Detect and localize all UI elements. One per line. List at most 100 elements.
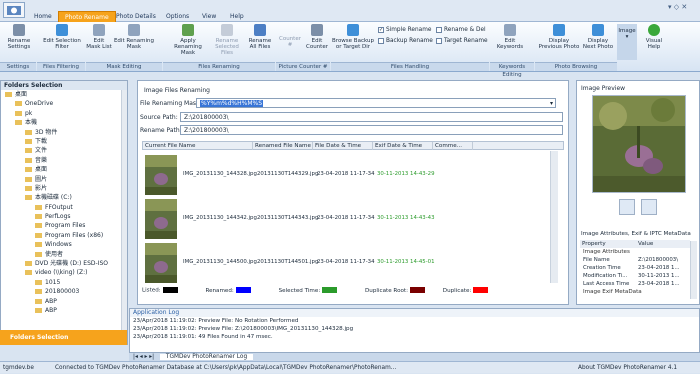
rename-path-field[interactable]: Z:\201800003\ <box>180 125 563 135</box>
tab-photo-rename[interactable]: Photo Rename <box>58 11 116 22</box>
folder-icon <box>35 307 42 313</box>
folder-tree-item[interactable]: FFOutput <box>1 203 127 212</box>
rotate-right-icon[interactable] <box>641 199 657 215</box>
display-next-photo-button[interactable]: Display Next Photo <box>582 24 614 50</box>
counter-icon <box>311 24 323 36</box>
file-table-scrollbar[interactable] <box>550 151 558 283</box>
folder-tree-item[interactable]: OneDrive <box>1 99 127 108</box>
edit-mask-list-button[interactable]: Edit Mask List <box>86 24 112 50</box>
tab-options[interactable]: Options <box>160 11 195 22</box>
folder-tree-item[interactable]: 本機磁碟 (C:) <box>1 193 127 202</box>
about-status[interactable]: About TGMDev PhotoRenamer 4.1 <box>578 362 677 374</box>
metadata-title: Image Attributes, Exif & IPTC MetaData <box>581 231 691 237</box>
table-row[interactable]: IMG_20131130_144500.jpg 20131130T144501.j… <box>143 241 553 285</box>
duplicate-root-swatch <box>410 287 425 293</box>
folder-tree[interactable]: 桌面 OneDrive pk 本機 3D 物件 下載 文件 音樂 桌面 圖片 影片 本機磁碟 (C:)… <box>1 90 127 315</box>
folder-icon <box>25 185 32 191</box>
column-header[interactable]: Renamed File Name <box>253 142 313 150</box>
table-cell: 23-04-2018 11-17-34 <box>317 259 375 265</box>
folder-icon <box>25 270 32 276</box>
thumbnail-image <box>145 199 177 239</box>
table-cell: IMG_20131130_144500.jpg <box>183 259 257 265</box>
folder-icon <box>25 148 32 154</box>
source-path-label: Source Path: <box>140 114 178 121</box>
folders-selection-button[interactable]: Folders Selection <box>0 330 127 345</box>
application-log-panel: Application Log 23/Apr/2018 11:19:02: Pr… <box>129 308 700 353</box>
group-picture-counter: Picture Counter # <box>276 62 330 71</box>
chevron-down-icon[interactable]: ▾ <box>550 99 553 108</box>
counter-label: Counter # <box>279 36 301 48</box>
folder-tree-item[interactable]: 音樂 <box>1 156 127 165</box>
folder-tree-item[interactable]: 使用者 <box>1 250 127 259</box>
rename-del-checkbox[interactable]: Rename & Del <box>436 26 486 34</box>
app-logo-icon[interactable] <box>3 2 25 18</box>
tab-view[interactable]: View <box>196 11 222 22</box>
folder-tree-item[interactable]: 下載 <box>1 137 127 146</box>
group-photo-browsing: Photo Browsing <box>535 62 617 71</box>
display-previous-photo-button[interactable]: Display Previous Photo <box>538 24 580 50</box>
log-tab[interactable]: TGMDev PhotoRenamer Log <box>159 354 254 360</box>
preview-title: Image Preview <box>581 85 626 92</box>
column-header[interactable]: Current File Name <box>143 142 253 150</box>
browse-backup-button[interactable]: Browse Backup or Target Dir <box>331 24 375 50</box>
folder-tree-item[interactable]: DVD 光碟機 (D:) ESD-ISO <box>1 259 127 268</box>
simple-rename-checkbox[interactable]: ✓ Simple Rename <box>378 26 431 34</box>
apply-renaming-mask-button[interactable]: Apply Renaming Mask <box>168 24 208 56</box>
folder-tree-item[interactable]: 桌面 <box>1 165 127 174</box>
tab-home[interactable]: Home <box>28 11 58 22</box>
ribbon-tab-bar: Home Photo Rename Photo Details Options … <box>0 0 700 22</box>
folder-tree-item[interactable]: 3D 物件 <box>1 128 127 137</box>
folder-tree-item[interactable]: PerfLogs <box>1 212 127 221</box>
folder-tree-item[interactable]: 201800003 <box>1 287 127 296</box>
column-header[interactable]: Exif Date & Time <box>373 142 433 150</box>
folder-tree-item[interactable]: 文件 <box>1 146 127 155</box>
tab-photo-details[interactable]: Photo Details <box>110 11 162 22</box>
edit-renaming-mask-button[interactable]: Edit Renaming Mask <box>113 24 155 50</box>
folder-tree-item[interactable]: pk <box>1 109 127 118</box>
renaming-panel-title: Image Files Renaming <box>144 87 210 94</box>
source-path-field[interactable]: Z:\201800003\ <box>180 112 563 122</box>
rename-path-label: Rename Path: <box>140 127 182 134</box>
visual-help-button[interactable]: Visual Help <box>641 24 667 50</box>
folder-tree-item[interactable]: 影片 <box>1 184 127 193</box>
table-row[interactable]: IMG_20131130_144328.jpg 20131130T144329.j… <box>143 153 553 197</box>
folder-tree-item[interactable]: 本機 <box>1 118 127 127</box>
previous-photo-icon <box>553 24 565 36</box>
renamed-swatch <box>235 287 251 293</box>
folder-icon <box>25 129 32 135</box>
folder-tree-item[interactable]: Program Files <box>1 221 127 230</box>
edit-counter-button[interactable]: Edit Counter <box>305 24 329 50</box>
rotate-left-icon[interactable] <box>619 199 635 215</box>
rename-all-icon <box>254 24 266 36</box>
metadata-scrollbar[interactable] <box>690 241 697 299</box>
backup-rename-checkbox[interactable]: Backup Rename <box>378 37 433 45</box>
thumbnail-image <box>145 155 177 195</box>
folder-tree-scrollbar[interactable] <box>121 90 127 330</box>
folder-tree-item[interactable]: Windows <box>1 240 127 249</box>
edit-keywords-button[interactable]: Edit Keywords <box>496 24 524 50</box>
folder-tree-item[interactable]: ABP <box>1 297 127 306</box>
selected-time-swatch <box>322 287 338 293</box>
target-rename-checkbox[interactable]: Target Rename <box>436 37 488 45</box>
window-controls[interactable]: ▾ ◇ ✕ <box>668 3 687 11</box>
folder-icon <box>35 204 42 210</box>
image-menu-button[interactable]: Image ▾ <box>617 24 637 60</box>
folder-tree-item[interactable]: video (\\king) (Z:) <box>1 268 127 277</box>
folder-tree-item[interactable]: 1015 <box>1 278 127 287</box>
renaming-mask-input[interactable]: %Y%m%d%H%M%S ▾ <box>196 98 556 108</box>
rename-settings-button[interactable]: Rename Settings <box>4 24 34 50</box>
tab-help[interactable]: Help <box>224 11 250 22</box>
rename-selected-files-button[interactable]: Rename Selected Files <box>210 24 244 56</box>
log-nav-arrows-icon[interactable]: |◂ ◂ ▸ ▸| <box>129 354 154 360</box>
folder-tree-item[interactable]: Program Files (x86) <box>1 231 127 240</box>
folder-tree-item[interactable]: 桌面 <box>1 90 127 99</box>
column-header[interactable]: File Date & Time <box>313 142 373 150</box>
edit-selection-filter-button[interactable]: Edit Selection Filter <box>42 24 82 50</box>
folder-tree-item[interactable]: ABP <box>1 306 127 315</box>
folder-tree-item[interactable]: 圖片 <box>1 175 127 184</box>
duplicate-swatch <box>473 287 489 293</box>
group-keywords-editing: Keywords Editing <box>490 62 534 78</box>
rename-all-files-button[interactable]: Rename All Files <box>246 24 274 50</box>
table-row[interactable]: IMG_20131130_144342.jpg 20131130T144343.j… <box>143 197 553 241</box>
column-header[interactable]: Comme... <box>433 142 473 150</box>
